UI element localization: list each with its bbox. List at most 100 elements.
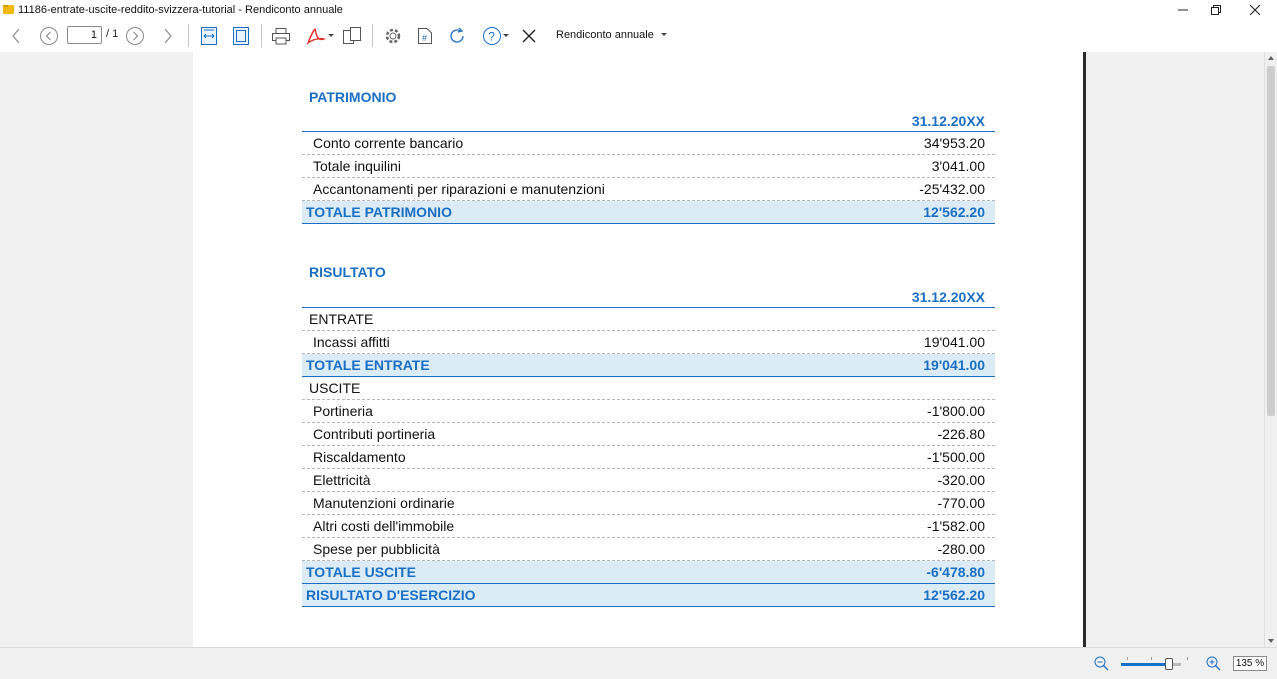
scrollbar-thumb[interactable] [1267, 66, 1275, 416]
zoom-level-input[interactable]: 135 % [1233, 656, 1267, 671]
report-view-select[interactable]: Rendiconto annuale [556, 29, 668, 41]
total-entrate-row: TOTALE ENTRATE 19'041.00 [302, 354, 995, 377]
table-row: Altri costi dell'immobile -1'582.00 [302, 515, 995, 538]
report-view-select-label: Rendiconto annuale [556, 29, 654, 41]
vertical-scrollbar[interactable] [1264, 52, 1277, 647]
refresh-button[interactable] [446, 19, 468, 52]
minimize-icon [1178, 9, 1188, 10]
gear-icon [385, 28, 401, 43]
close-window-button[interactable] [1237, 0, 1273, 19]
row-value: -280.00 [937, 541, 985, 557]
row-value: -1'500.00 [927, 449, 985, 465]
row-label: TOTALE ENTRATE [306, 357, 430, 373]
previous-page-button[interactable] [38, 19, 60, 52]
row-label: Conto corrente bancario [313, 135, 464, 151]
row-value: -1'582.00 [927, 518, 985, 534]
row-label: TOTALE USCITE [306, 564, 416, 580]
table-row: Manutenzioni ordinarie -770.00 [302, 492, 995, 515]
zoom-out-icon[interactable] [1094, 656, 1109, 671]
help-icon: ? [483, 26, 501, 45]
patrimonio-rows: Conto corrente bancario 34'953.20 Totale i… [302, 132, 995, 201]
zoom-in-icon[interactable] [1206, 656, 1221, 671]
row-label: Riscaldamento [313, 449, 406, 465]
pdf-icon [306, 27, 327, 45]
document-viewer: PATRIMONIO 31.12.20XX Conto corrente ban… [0, 52, 1277, 647]
table-row: Incassi affitti 19'041.00 [302, 331, 995, 354]
zoom-tick [1151, 657, 1152, 660]
fit-width-button[interactable] [198, 19, 220, 52]
row-value: -25'432.00 [919, 181, 985, 197]
table-row: Accantonamenti per riparazioni e manuten… [302, 178, 995, 201]
scroll-down-icon[interactable] [1268, 639, 1274, 643]
circle-right-icon [126, 26, 144, 45]
svg-text:?: ? [488, 29, 495, 43]
fit-page-button[interactable] [230, 19, 252, 52]
print-button[interactable] [270, 19, 292, 52]
risultato-esercizio-row: RISULTATO D'ESERCIZIO 12'562.20 [302, 584, 995, 607]
back-button[interactable] [8, 19, 24, 52]
table-row: Conto corrente bancario 34'953.20 [302, 132, 995, 155]
uscite-rows: Portineria -1'800.00 Contributi portineria… [302, 400, 995, 561]
close-icon [522, 29, 536, 42]
row-label: Totale inquilini [313, 158, 401, 174]
settings-button[interactable] [381, 19, 405, 52]
row-value: 34'953.20 [923, 135, 985, 151]
page-numbering-button[interactable]: # [414, 19, 436, 52]
toolbar-separator [188, 24, 189, 47]
row-label: Incassi affitti [313, 334, 390, 350]
fit-width-icon [201, 26, 217, 45]
status-bar: 135 % [0, 647, 1277, 679]
next-page-button[interactable] [124, 19, 146, 52]
zoom-tick [1127, 657, 1128, 660]
maximize-button[interactable] [1198, 0, 1234, 19]
close-icon [1250, 4, 1260, 15]
window-title: 11186-entrate-uscite-reddito-svizzera-tu… [18, 3, 343, 16]
scroll-up-icon[interactable] [1268, 56, 1274, 60]
group-header-uscite: USCITE [302, 377, 995, 400]
row-label: Elettricità [313, 472, 371, 488]
toolbar-separator [372, 24, 373, 47]
row-value: -1'800.00 [927, 403, 985, 419]
row-label: TOTALE PATRIMONIO [306, 204, 452, 220]
entrate-rows: Incassi affitti 19'041.00 [302, 331, 995, 354]
table-row: Contributi portineria -226.80 [302, 423, 995, 446]
patrimonio-table: 31.12.20XX Conto corrente bancario 34'953… [302, 110, 995, 224]
toolbar-separator [261, 24, 262, 47]
export-pdf-button[interactable] [303, 19, 337, 52]
fit-page-icon [233, 26, 249, 45]
chevron-right-icon [164, 28, 172, 43]
column-header-date: 31.12.20XX [302, 110, 995, 132]
row-label: ENTRATE [309, 311, 374, 327]
page-total: / 1 [106, 28, 119, 40]
minimize-button[interactable] [1165, 0, 1201, 19]
row-value: -6'478.80 [926, 564, 985, 580]
copy-button[interactable] [340, 19, 364, 52]
row-label: Portineria [313, 403, 373, 419]
page-number-input[interactable]: 1 [67, 26, 102, 44]
forward-button[interactable] [160, 19, 176, 52]
table-row: Riscaldamento -1'500.00 [302, 446, 995, 469]
title-bar: 11186-entrate-uscite-reddito-svizzera-tu… [0, 0, 1277, 19]
row-value: 19'041.00 [923, 334, 985, 350]
risultato-table: 31.12.20XX ENTRATE Incassi affitti 19'041… [302, 286, 995, 607]
row-label: Altri costi dell'immobile [313, 518, 455, 534]
table-row: Elettricità -320.00 [302, 469, 995, 492]
table-row: Totale inquilini 3'041.00 [302, 155, 995, 178]
chevron-left-icon [12, 28, 20, 43]
page-edge [1083, 52, 1086, 647]
total-uscite-row: TOTALE USCITE -6'478.80 [302, 561, 995, 584]
row-value: 12'562.20 [923, 204, 985, 220]
app-icon [3, 5, 14, 14]
close-report-button[interactable] [518, 19, 540, 52]
dropdown-arrow-icon [503, 33, 509, 37]
dropdown-arrow-icon [328, 33, 334, 37]
zoom-slider-thumb[interactable] [1165, 658, 1173, 670]
row-label: Accantonamenti per riparazioni e manuten… [313, 181, 605, 197]
row-label: Spese per pubblicità [313, 541, 440, 557]
toolbar: 1 / 1 # ? Rendiconto annuale [0, 19, 1277, 52]
help-button[interactable]: ? [480, 19, 512, 52]
copy-pages-icon [343, 26, 361, 44]
table-row: Spese per pubblicità -280.00 [302, 538, 995, 561]
zoom-tick [1187, 657, 1188, 660]
row-label: USCITE [309, 380, 361, 396]
